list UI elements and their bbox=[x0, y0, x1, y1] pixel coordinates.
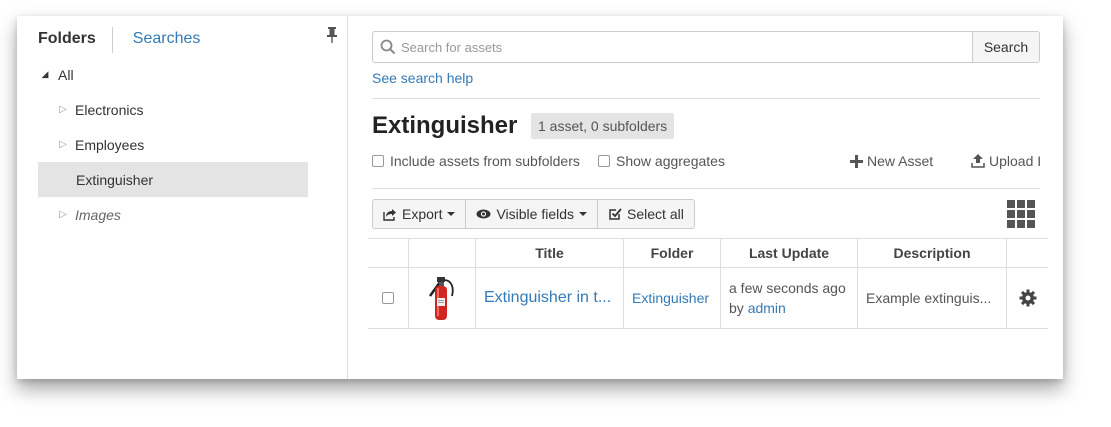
header-last-update[interactable]: Last Update bbox=[721, 239, 858, 267]
select-all-label: Select all bbox=[627, 206, 684, 222]
divider bbox=[372, 188, 1040, 189]
plus-icon bbox=[850, 154, 863, 168]
thumbnail-cell bbox=[409, 268, 476, 328]
search-bar: Search bbox=[372, 31, 1040, 63]
tree-item-label: Electronics bbox=[75, 101, 144, 118]
export-icon bbox=[383, 208, 396, 221]
title-cell: Extinguisher in t... bbox=[476, 268, 624, 328]
new-asset-button[interactable]: New Asset bbox=[850, 153, 933, 169]
asset-count-badge: 1 asset, 0 subfolders bbox=[531, 113, 675, 139]
last-update-cell: a few seconds ago by admin bbox=[721, 268, 858, 328]
tree-item-label: Images bbox=[75, 206, 121, 223]
header-actions bbox=[1007, 239, 1048, 267]
actions-cell bbox=[1007, 268, 1048, 328]
divider bbox=[372, 98, 1040, 99]
last-update-author: by admin bbox=[729, 298, 846, 318]
upload-label: Upload I bbox=[989, 153, 1042, 169]
last-update-time: a few seconds ago bbox=[729, 280, 846, 296]
chevron-down-icon bbox=[447, 212, 456, 216]
select-all-button[interactable]: Select all bbox=[598, 200, 694, 228]
eye-icon bbox=[476, 209, 491, 219]
last-update-text: a few seconds ago by admin bbox=[721, 278, 846, 318]
tree-item-label: All bbox=[58, 66, 74, 83]
header-title[interactable]: Title bbox=[476, 239, 624, 267]
new-asset-label: New Asset bbox=[867, 153, 934, 169]
caret-right-icon[interactable]: ▷ bbox=[56, 104, 70, 115]
header-description[interactable]: Description bbox=[858, 239, 1007, 267]
tree-item-images[interactable]: ▷ Images bbox=[38, 197, 308, 232]
table-toolbar: Export Visible fields Select all bbox=[372, 199, 695, 229]
folder-panel: Folders Searches ◢ All ▷ Electronics ▷ E… bbox=[17, 16, 348, 379]
grid-view-icon[interactable] bbox=[1006, 199, 1036, 229]
tab-folders[interactable]: Folders bbox=[38, 27, 113, 53]
include-subfolders-option[interactable]: Include assets from subfolders bbox=[372, 153, 580, 169]
asset-description: Example extinguis... bbox=[866, 290, 992, 306]
asset-title-link[interactable]: Extinguisher in t... bbox=[476, 289, 623, 307]
check-square-icon bbox=[609, 208, 622, 220]
include-subfolders-checkbox[interactable] bbox=[372, 155, 384, 167]
folder-title: Extinguisher bbox=[372, 112, 518, 139]
last-update-by: by bbox=[729, 300, 744, 316]
export-button[interactable]: Export bbox=[373, 200, 467, 228]
pin-icon[interactable] bbox=[325, 26, 339, 44]
caret-down-icon[interactable]: ◢ bbox=[38, 69, 52, 80]
show-aggregates-label: Show aggregates bbox=[616, 153, 725, 169]
header-folder[interactable]: Folder bbox=[624, 239, 721, 267]
caret-right-icon[interactable]: ▷ bbox=[56, 139, 70, 150]
tree-item-extinguisher[interactable]: Extinguisher bbox=[38, 162, 308, 197]
search-button[interactable]: Search bbox=[972, 32, 1039, 62]
caret-right-icon[interactable]: ▷ bbox=[56, 209, 70, 220]
asset-folder-link[interactable]: Extinguisher bbox=[624, 290, 709, 306]
gear-icon[interactable] bbox=[1019, 289, 1037, 307]
tab-searches[interactable]: Searches bbox=[113, 27, 201, 53]
asset-manager-window: Folders Searches ◢ All ▷ Electronics ▷ E… bbox=[17, 16, 1063, 379]
include-subfolders-label: Include assets from subfolders bbox=[390, 153, 580, 169]
show-aggregates-checkbox[interactable] bbox=[598, 155, 610, 167]
description-cell: Example extinguis... bbox=[858, 268, 1007, 328]
chevron-down-icon bbox=[579, 212, 588, 216]
tree-item-label: Extinguisher bbox=[76, 171, 154, 188]
upload-button[interactable]: Upload I bbox=[971, 153, 1063, 169]
header-thumbnail bbox=[409, 239, 476, 267]
tree-item-employees[interactable]: ▷ Employees bbox=[38, 127, 308, 162]
search-icon bbox=[375, 32, 401, 62]
extinguisher-thumbnail[interactable] bbox=[426, 274, 458, 322]
tree-item-label: Employees bbox=[75, 136, 145, 153]
export-label: Export bbox=[402, 206, 443, 222]
show-aggregates-option[interactable]: Show aggregates bbox=[598, 153, 725, 169]
tree-item-all[interactable]: ◢ All bbox=[38, 57, 308, 92]
tree-item-electronics[interactable]: ▷ Electronics bbox=[38, 92, 308, 127]
visible-fields-button[interactable]: Visible fields bbox=[466, 200, 599, 228]
assets-panel: Search See search help Extinguisher 1 as… bbox=[349, 16, 1063, 379]
row-select-cell bbox=[368, 268, 409, 328]
folder-cell: Extinguisher bbox=[624, 268, 721, 328]
upload-icon bbox=[971, 154, 985, 168]
table-header: Title Folder Last Update Description bbox=[368, 238, 1048, 268]
visible-fields-label: Visible fields bbox=[496, 206, 575, 222]
search-input[interactable] bbox=[401, 32, 972, 62]
table-row[interactable]: Extinguisher in t... Extinguisher a few … bbox=[368, 268, 1048, 329]
author-link[interactable]: admin bbox=[748, 300, 786, 316]
search-help-link[interactable]: See search help bbox=[372, 70, 473, 86]
row-checkbox[interactable] bbox=[382, 292, 394, 304]
header-select bbox=[368, 239, 409, 267]
assets-table: Title Folder Last Update Description Ext… bbox=[368, 238, 1048, 329]
panel-tabs: Folders Searches bbox=[38, 27, 200, 53]
